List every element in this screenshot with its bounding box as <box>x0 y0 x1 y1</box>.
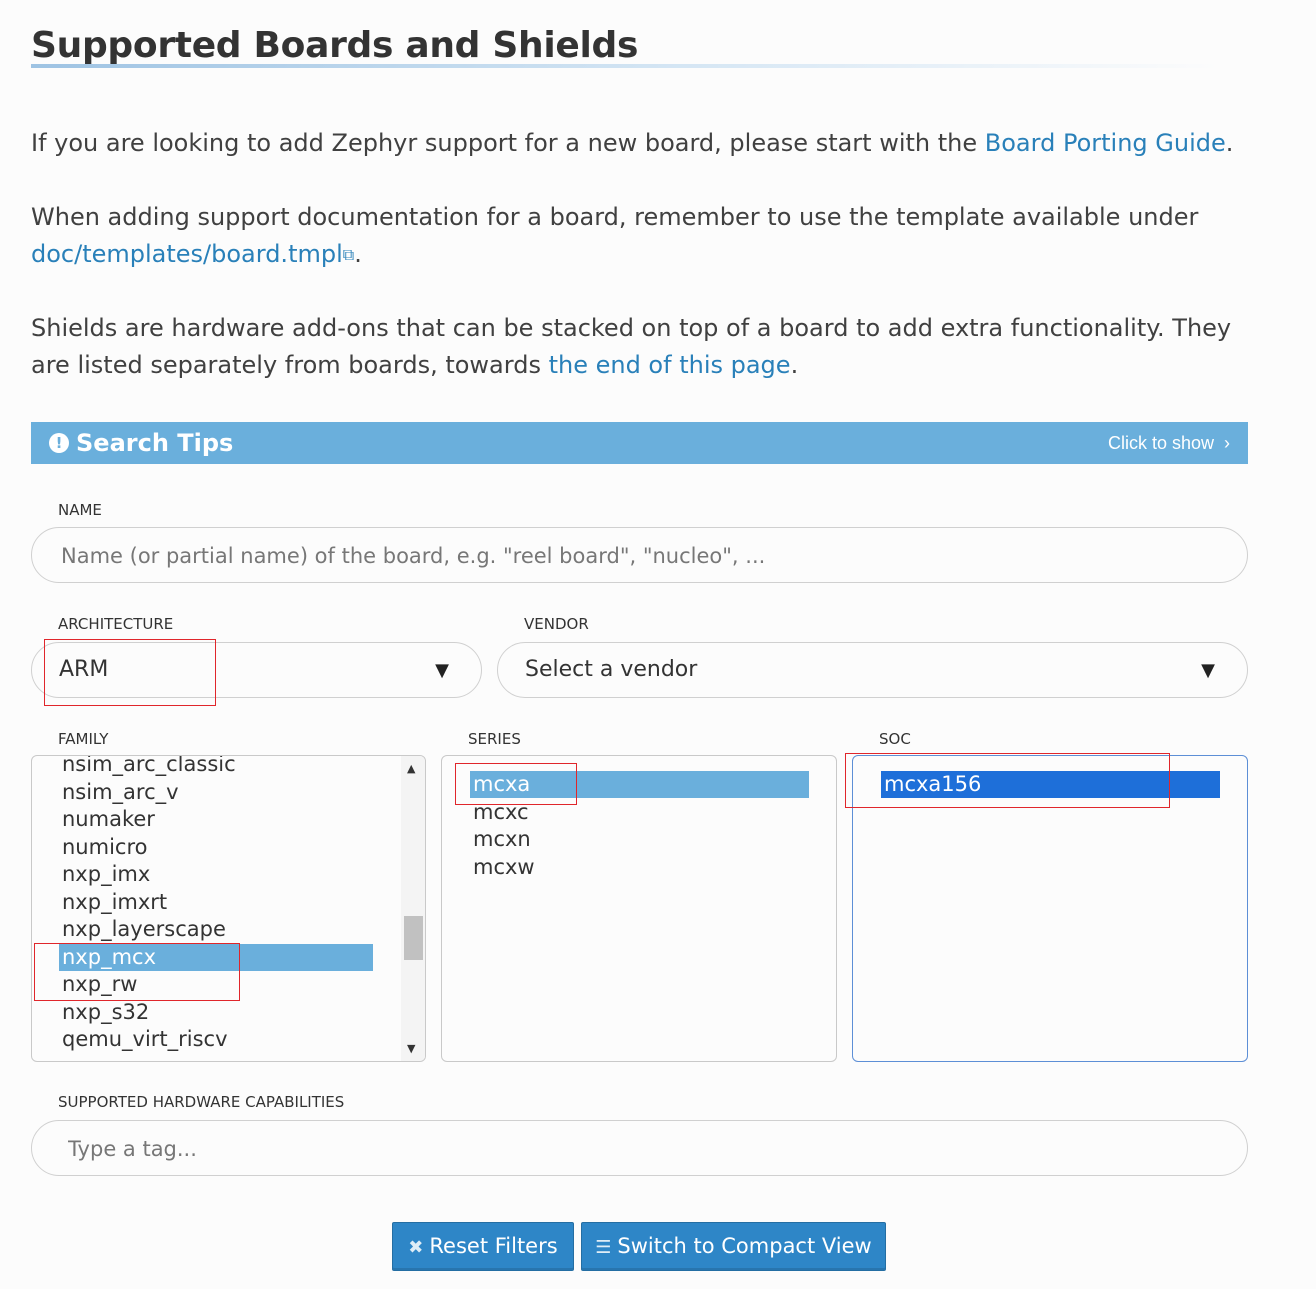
dropdown-caret-icon: ▼ <box>435 660 449 681</box>
family-option[interactable]: nxp_imx <box>59 861 373 888</box>
dropdown-caret-icon: ▼ <box>1201 660 1215 681</box>
soc-listbox[interactable]: mcxa156 <box>852 755 1248 1062</box>
scrollbar-thumb[interactable] <box>404 916 423 960</box>
end-of-page-link[interactable]: the end of this page <box>549 351 791 379</box>
series-filter-label: SERIES <box>468 730 521 748</box>
compact-view-label: Switch to Compact View <box>617 1234 872 1258</box>
name-filter-field <box>31 527 1248 584</box>
vendor-select[interactable]: Select a vendor ▼ <box>497 642 1248 698</box>
board-porting-guide-link[interactable]: Board Porting Guide <box>985 129 1226 157</box>
family-option[interactable]: nxp_rw <box>59 971 373 998</box>
reset-filters-label: Reset Filters <box>429 1234 558 1258</box>
family-option[interactable]: nxp_layerscape <box>59 916 373 943</box>
capabilities-tag-input[interactable] <box>66 1121 1231 1177</box>
exclamation-circle-icon: ! <box>49 433 69 453</box>
family-scrollbar[interactable]: ▲ ▼ <box>401 756 425 1061</box>
search-tips-toggle[interactable]: Click to show › <box>1108 432 1230 454</box>
search-tips-toggle-label: Click to show <box>1107 433 1214 453</box>
list-bars-icon: ☰ <box>595 1237 612 1258</box>
vendor-selected-value: Select a vendor <box>525 657 698 682</box>
search-tips-title: ! Search Tips <box>49 427 233 459</box>
search-tips-bar[interactable]: ! Search Tips Click to show › <box>31 422 1248 464</box>
board-template-link[interactable]: doc/templates/board.tmpl⧉ <box>31 240 354 268</box>
soc-filter-label: SOC <box>879 730 911 748</box>
intro-text-2: When adding support documentation for a … <box>31 203 1199 231</box>
title-underline <box>31 64 1221 68</box>
family-option[interactable]: nxp_s32 <box>59 999 373 1026</box>
series-option[interactable]: mcxc <box>470 799 809 826</box>
soc-option-selected[interactable]: mcxa156 <box>881 771 1220 798</box>
external-link-icon: ⧉ <box>342 245 355 264</box>
family-filter-label: FAMILY <box>58 730 109 748</box>
family-option[interactable]: nsim_arc_v <box>59 779 373 806</box>
intro-text-1: If you are looking to add Zephyr support… <box>31 129 985 157</box>
family-option[interactable]: numaker <box>59 806 373 833</box>
capabilities-tag-field <box>31 1120 1248 1177</box>
chevron-right-icon: › <box>1219 433 1230 453</box>
reset-filters-button[interactable]: ✖ Reset Filters <box>392 1222 574 1271</box>
family-option[interactable]: nsim_arc_classic <box>59 756 373 778</box>
family-option-selected[interactable]: nxp_mcx <box>59 944 373 971</box>
architecture-selected-value: ARM <box>59 657 109 682</box>
board-template-link-label: doc/templates/board.tmpl <box>31 240 343 268</box>
close-x-icon: ✖ <box>408 1237 424 1258</box>
series-listbox[interactable]: mcxa mcxc mcxn mcxw <box>441 755 837 1062</box>
intro-paragraph-1: If you are looking to add Zephyr support… <box>31 129 1234 157</box>
compact-view-button[interactable]: ☰ Switch to Compact View <box>581 1222 886 1271</box>
vendor-filter-label: VENDOR <box>524 615 589 633</box>
architecture-filter-label: ARCHITECTURE <box>58 615 174 633</box>
intro-paragraph-3: Shields are hardware add-ons that can be… <box>31 314 1232 379</box>
family-option[interactable]: numicro <box>59 834 373 861</box>
series-option[interactable]: mcxn <box>470 826 809 853</box>
series-option[interactable]: mcxw <box>470 854 809 881</box>
search-tips-label: Search Tips <box>76 429 234 457</box>
scroll-down-arrow-icon[interactable]: ▼ <box>407 1042 415 1055</box>
architecture-select[interactable]: ARM ▼ <box>31 642 482 698</box>
intro-paragraph-2: When adding support documentation for a … <box>31 203 1199 268</box>
name-filter-label: NAME <box>58 501 102 519</box>
family-option[interactable]: nxp_imxrt <box>59 889 373 916</box>
capabilities-filter-label: SUPPORTED HARDWARE CAPABILITIES <box>58 1093 345 1111</box>
name-search-input[interactable] <box>59 528 1224 584</box>
scroll-up-arrow-icon[interactable]: ▲ <box>407 762 415 775</box>
family-option[interactable]: qemu_virt_riscv <box>59 1026 373 1053</box>
series-option-selected[interactable]: mcxa <box>470 771 809 798</box>
family-listbox[interactable]: nsim_arc_classic nsim_arc_v numaker numi… <box>31 755 426 1062</box>
